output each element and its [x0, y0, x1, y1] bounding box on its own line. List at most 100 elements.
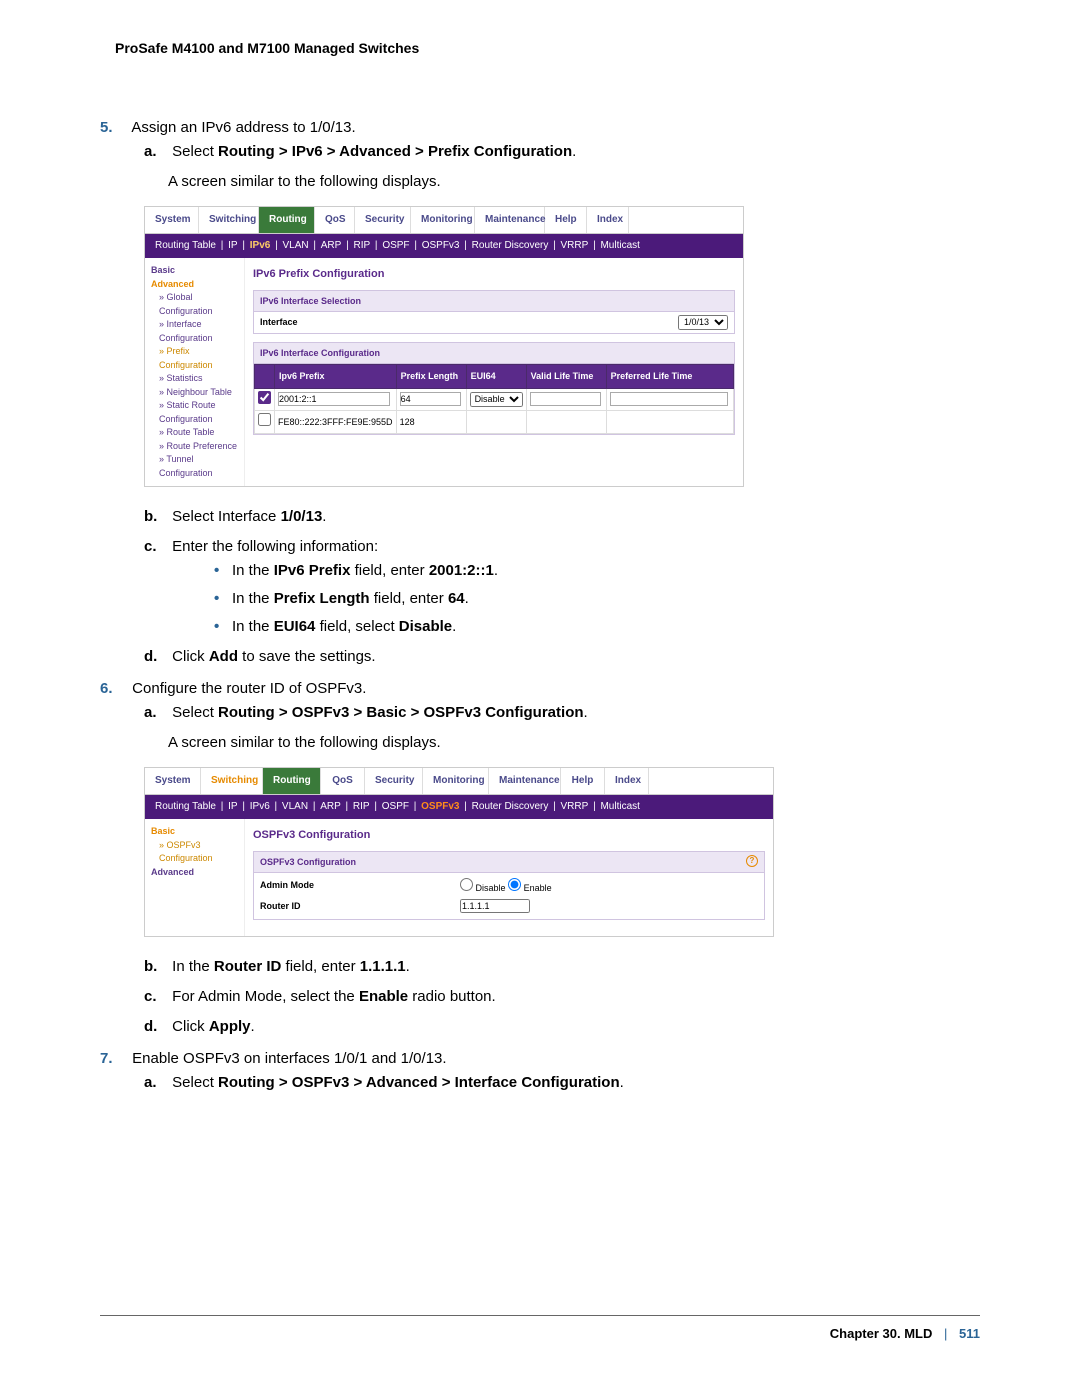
eui-select[interactable]: Disable [470, 392, 523, 407]
b: 2001:2::1 [429, 562, 494, 579]
side-route-table[interactable]: » Route Table [151, 426, 238, 440]
t: . [584, 704, 588, 721]
b: IPv6 Prefix [274, 562, 351, 579]
t: For Admin Mode, select the [172, 988, 359, 1005]
nav-system[interactable]: System [145, 768, 201, 794]
sn-ospf[interactable]: OSPF [382, 240, 409, 251]
side-ospf-cfg[interactable]: » OSPFv3 Configuration [151, 839, 238, 866]
sub-letter: c. [144, 985, 168, 1009]
cfg-table: Ipv6 Prefix Prefix Length EUI64 Valid Li… [254, 364, 734, 433]
subnav: Routing Table | IP | IPv6 | VLAN | ARP |… [145, 795, 773, 819]
sn-vlan[interactable]: VLAN [282, 240, 308, 251]
nav-system[interactable]: System [145, 207, 199, 233]
b: Disable [399, 618, 452, 635]
sep: | [944, 1326, 947, 1341]
side-static[interactable]: » Static Route Configuration [151, 399, 238, 426]
nav-monitoring[interactable]: Monitoring [411, 207, 475, 233]
nav-help[interactable]: Help [561, 768, 605, 794]
pref-input[interactable] [610, 392, 728, 406]
side-neigh[interactable]: » Neighbour Table [151, 386, 238, 400]
sn-routing-table[interactable]: Routing Table [155, 240, 216, 251]
sn-rd[interactable]: Router Discovery [472, 801, 549, 812]
len-input[interactable] [400, 392, 462, 406]
nav-routing[interactable]: Routing [263, 768, 321, 794]
sn-ip[interactable]: IP [228, 240, 237, 251]
t: Static Route Configuration [159, 400, 216, 424]
col-len: Prefix Length [396, 365, 466, 388]
t: . [322, 508, 326, 525]
b: Prefix Length [274, 590, 370, 607]
sn-multicast[interactable]: Multicast [600, 801, 639, 812]
nav-maintenance[interactable]: Maintenance [475, 207, 545, 233]
row-check[interactable] [258, 413, 271, 426]
step-num: 6. [100, 677, 128, 701]
doc-header: ProSafe M4100 and M7100 Managed Switches [100, 40, 980, 56]
nav-qos[interactable]: QoS [315, 207, 355, 233]
t: Click [172, 648, 209, 665]
sn-rd[interactable]: Router Discovery [472, 240, 549, 251]
radio-disable[interactable] [460, 878, 473, 891]
t: Enable [524, 883, 552, 893]
sn-ipv6[interactable]: IPv6 [250, 801, 270, 812]
nav-index[interactable]: Index [587, 207, 629, 233]
side-route-pref[interactable]: » Route Preference [151, 440, 238, 454]
side-tunnel[interactable]: » Tunnel Configuration [151, 453, 238, 480]
nav-qos[interactable]: QoS [321, 768, 365, 794]
sn-routing-table[interactable]: Routing Table [155, 801, 216, 812]
nav-monitoring[interactable]: Monitoring [423, 768, 489, 794]
sn-vlan[interactable]: VLAN [282, 801, 308, 812]
sub-letter: a. [144, 140, 168, 164]
t: Tunnel Configuration [159, 454, 213, 478]
sn-ospfv3[interactable]: OSPFv3 [422, 240, 460, 251]
nav-maintenance[interactable]: Maintenance [489, 768, 561, 794]
sn-ospfv3[interactable]: OSPFv3 [421, 801, 459, 812]
valid-input[interactable] [530, 392, 602, 406]
subnav: Routing Table | IP | IPv6 | VLAN | ARP |… [145, 234, 743, 258]
t: Route Table [167, 427, 215, 437]
panel-title: OSPFv3 Configuration [253, 827, 765, 845]
radio-enable[interactable] [508, 878, 521, 891]
sn-ip[interactable]: IP [228, 801, 237, 812]
router-id-input[interactable] [460, 899, 530, 913]
sn-vrrp[interactable]: VRRP [561, 240, 589, 251]
nav-security[interactable]: Security [355, 207, 411, 233]
sn-arp[interactable]: ARP [321, 240, 342, 251]
interface-select[interactable]: 1/0/13 [678, 315, 728, 330]
side-prefix[interactable]: » Prefix Configuration [151, 345, 238, 372]
sub-body: For Admin Mode, select the Enable radio … [172, 988, 496, 1005]
sn-rip[interactable]: RIP [353, 240, 370, 251]
t: Select Interface [172, 508, 280, 525]
sn-ospf[interactable]: OSPF [382, 801, 409, 812]
fs-title: OSPFv3 Configuration? [254, 852, 764, 873]
side-global[interactable]: » Global Configuration [151, 291, 238, 318]
b: EUI64 [274, 618, 316, 635]
prefix-input[interactable] [278, 392, 390, 406]
t: . [452, 618, 456, 635]
sn-multicast[interactable]: Multicast [600, 240, 639, 251]
nav-switching[interactable]: Switching [201, 768, 263, 794]
side-basic[interactable]: Basic [151, 264, 238, 278]
side-interface[interactable]: » Interface Configuration [151, 318, 238, 345]
panel-title: IPv6 Prefix Configuration [253, 266, 735, 284]
page-number: 511 [959, 1326, 980, 1341]
nav-index[interactable]: Index [605, 768, 649, 794]
sub-letter: b. [144, 955, 168, 979]
side-advanced[interactable]: Advanced [151, 866, 238, 880]
table-row: Disable [255, 388, 734, 410]
nav-security[interactable]: Security [365, 768, 423, 794]
t: Interface Configuration [159, 319, 213, 343]
sn-rip[interactable]: RIP [353, 801, 370, 812]
nav-switching[interactable]: Switching [199, 207, 259, 233]
nav-help[interactable]: Help [545, 207, 587, 233]
sn-ipv6[interactable]: IPv6 [250, 240, 271, 251]
help-icon[interactable]: ? [746, 855, 758, 867]
t: In the [172, 958, 214, 975]
side-stats[interactable]: » Statistics [151, 372, 238, 386]
sn-arp[interactable]: ARP [320, 801, 341, 812]
col-valid: Valid Life Time [526, 365, 606, 388]
row-check[interactable] [258, 391, 271, 404]
nav-routing[interactable]: Routing [259, 207, 315, 233]
sn-vrrp[interactable]: VRRP [561, 801, 589, 812]
side-basic[interactable]: Basic [151, 825, 238, 839]
side-advanced[interactable]: Advanced [151, 278, 238, 292]
